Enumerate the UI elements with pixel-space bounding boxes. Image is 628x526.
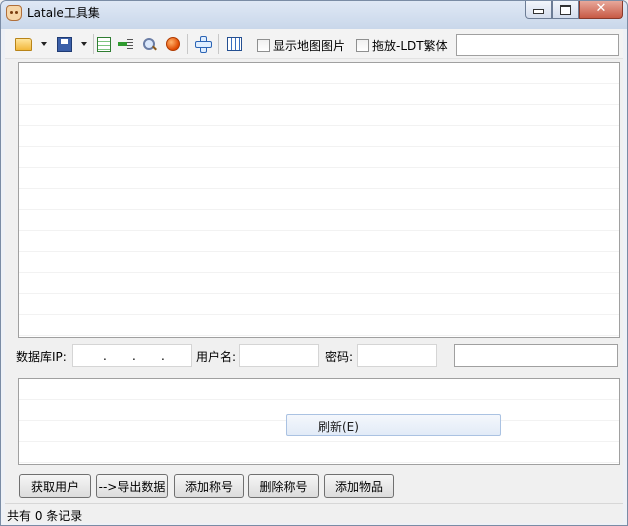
toolbar-separator <box>93 34 94 54</box>
ip-dot: . <box>161 349 165 363</box>
add-item-button[interactable]: 添加物品 <box>324 474 394 498</box>
add-row-icon[interactable] <box>118 37 134 52</box>
username-input[interactable] <box>239 344 319 367</box>
app-cat-icon <box>6 5 22 21</box>
save-icon[interactable] <box>57 37 72 52</box>
checkbox-box[interactable] <box>257 38 270 52</box>
window-title: Latale工具集 <box>27 6 100 20</box>
record-count-text: 共有 0 条记录 <box>7 509 83 523</box>
save-dropdown-arrow-icon[interactable] <box>80 35 88 53</box>
toolbar-separator <box>187 34 188 54</box>
search-icon[interactable] <box>142 37 157 52</box>
toolbar-separator <box>218 34 219 54</box>
export-excel-icon[interactable] <box>97 37 111 52</box>
minimize-icon <box>526 2 551 14</box>
status-text-input[interactable] <box>454 344 618 367</box>
maximize-button[interactable] <box>552 1 579 19</box>
drag-ldt-checkbox[interactable]: 拖放-LDT繁体 <box>356 37 448 53</box>
ip-dot: . <box>132 349 136 363</box>
connection-bar: 数据库IP: . . . 用户名: 密码: <box>5 343 623 367</box>
show-map-image-checkbox[interactable]: 显示地图图片 <box>257 37 345 53</box>
delete-title-button[interactable]: 删除称号 <box>248 474 319 498</box>
folder-open-icon[interactable] <box>15 38 32 51</box>
ip-dot: . <box>103 349 107 363</box>
title-bar[interactable]: Latale工具集 ✕ <box>1 1 627 29</box>
record-icon[interactable] <box>166 37 180 51</box>
show-map-image-label: 显示地图图片 <box>273 38 346 53</box>
refresh-menu-item[interactable]: 刷新(E) <box>286 414 501 436</box>
open-dropdown-arrow-icon[interactable] <box>40 35 48 53</box>
status-bar: 共有 0 条记录 <box>5 503 623 523</box>
grid-row-lines <box>19 63 619 337</box>
close-icon: ✕ <box>595 1 607 16</box>
maximize-icon <box>553 2 578 15</box>
refresh-menu-label: 刷新(E) <box>318 420 359 434</box>
export-data-button[interactable]: -->导出数据 <box>96 474 168 498</box>
password-input[interactable] <box>357 344 437 367</box>
db-ip-label: 数据库IP: <box>16 350 67 364</box>
username-label: 用户名: <box>196 350 237 364</box>
get-users-button[interactable]: 获取用户 <box>19 474 91 498</box>
checkbox-box[interactable] <box>356 38 369 52</box>
toolbar: 显示地图图片 拖放-LDT繁体 <box>5 29 623 59</box>
minimize-button[interactable] <box>525 1 552 19</box>
add-title-button[interactable]: 添加称号 <box>174 474 244 498</box>
close-button[interactable]: ✕ <box>579 1 623 19</box>
cross-icon[interactable] <box>195 36 212 53</box>
client-area: 显示地图图片 拖放-LDT繁体 数据库IP: . . . 用户名: 密码: 刷新… <box>5 29 623 523</box>
toolbar-text-input[interactable] <box>456 34 619 56</box>
grid-icon[interactable] <box>227 37 242 51</box>
db-ip-input[interactable]: . . . <box>72 344 192 367</box>
app-window: Latale工具集 ✕ 显示地图图片 拖放-LDT繁体 数据库IP: . . .… <box>0 0 628 526</box>
records-grid[interactable] <box>18 62 620 338</box>
drag-ldt-label: 拖放-LDT繁体 <box>372 38 448 53</box>
password-label: 密码: <box>325 350 354 364</box>
